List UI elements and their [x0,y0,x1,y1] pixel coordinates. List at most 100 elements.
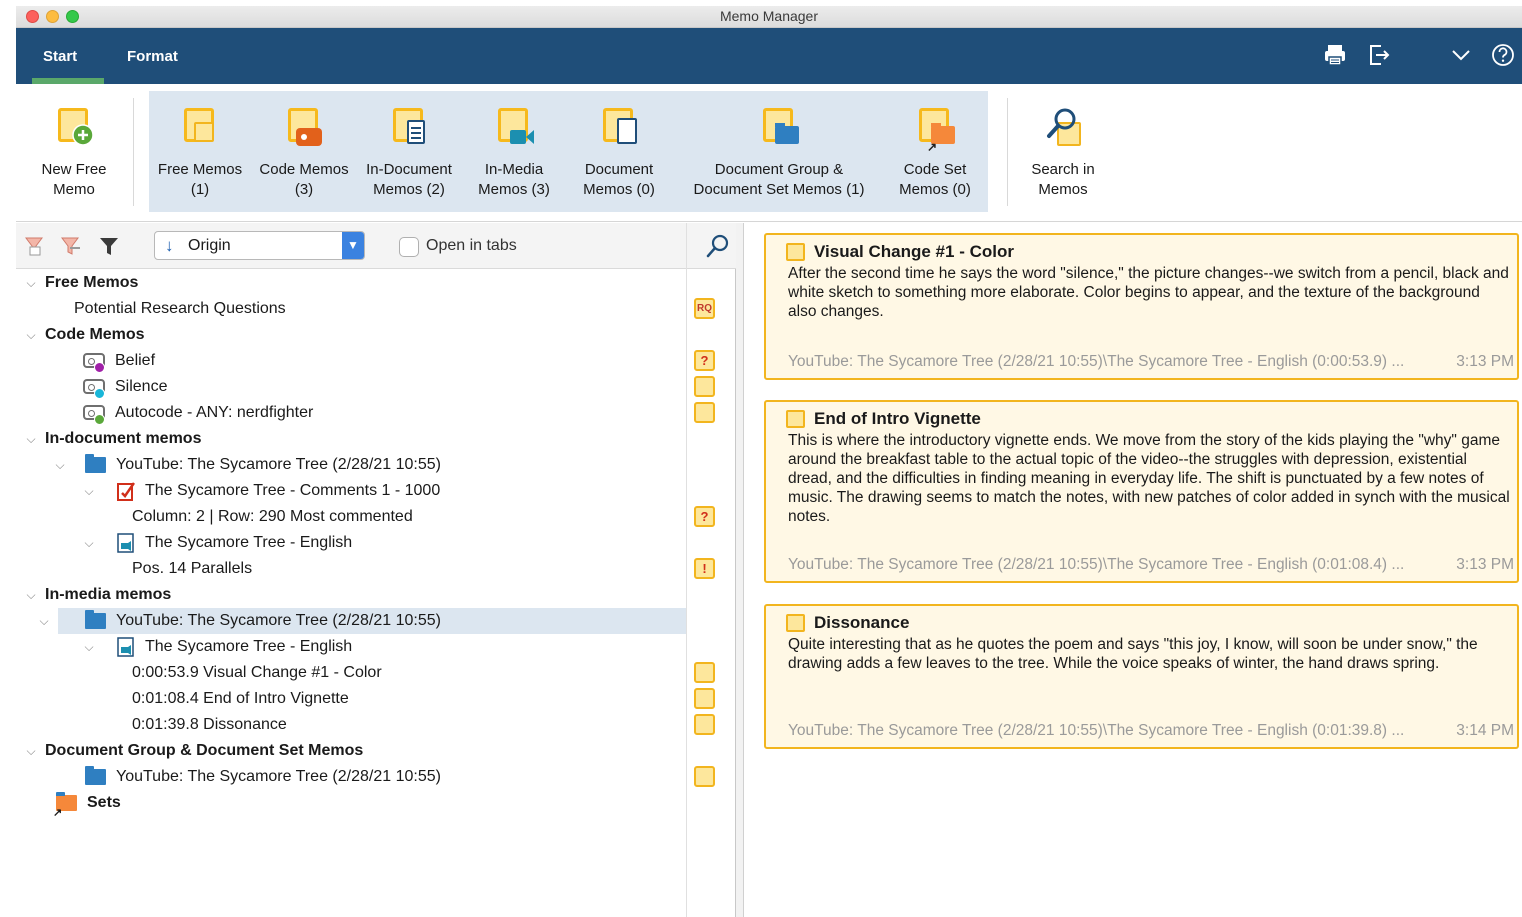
search-icon[interactable] [705,233,731,259]
memo-card-source: YouTube: The Sycamore Tree (2/28/21 10:5… [788,556,1514,573]
document-memos-button[interactable]: Document Memos (0) [572,104,666,200]
memo-icon [786,614,805,632]
new-memo-icon [52,104,96,152]
chevron-down-icon[interactable]: ⌵ [24,270,38,296]
window-titlebar: Memo Manager [16,6,1522,28]
search-in-memos-button[interactable]: Search in Memos [1020,104,1106,200]
memo-question-icon[interactable]: ? [694,350,715,371]
chevron-down-icon[interactable]: ⌵ [24,322,38,348]
memo-icon[interactable] [694,714,715,735]
document-group-memos-icon [757,104,801,152]
tree-item-youtube-group[interactable]: YouTube: The Sycamore Tree (2/28/21 10:5… [16,764,736,790]
tab-start[interactable]: Start [43,48,77,65]
memo-icon[interactable] [694,662,715,683]
code-memos-button[interactable]: Code Memos (3) [254,104,354,200]
chevron-down-icon[interactable]: ⌵ [82,634,96,660]
chevron-down-icon[interactable]: ⌵ [37,608,51,634]
ribbon-separator [133,98,134,206]
tree-item-youtube-media-group[interactable]: ⌵ YouTube: The Sycamore Tree (2/28/21 10… [39,608,686,634]
memo-card-time: 3:13 PM [1456,556,1514,573]
media-document-icon [117,637,135,657]
help-icon[interactable] [1490,42,1516,68]
tree-item-silence[interactable]: Silence [16,374,736,400]
code-color-dot [94,388,105,399]
chevron-down-icon[interactable]: ⌵ [24,582,38,608]
tree-node-free-memos[interactable]: ⌵ Free Memos [16,270,736,296]
chevron-down-icon[interactable]: ⌵ [82,530,96,556]
tree-item-media-memo-2[interactable]: 0:01:08.4 End of Intro Vignette [16,686,736,712]
tree-node-sets[interactable]: ↗ Sets [16,790,736,819]
ribbon-tabbar: Start Format [16,28,1522,84]
tree-item-youtube-doc-group[interactable]: ⌵ YouTube: The Sycamore Tree (2/28/21 10… [16,452,736,478]
tree-node-code-memos[interactable]: ⌵ Code Memos [16,322,736,348]
memo-exclamation-icon[interactable]: ! [694,558,715,579]
code-set-memos-icon: ↗ [913,104,957,154]
tree-item-potential-rq[interactable]: Potential Research Questions [16,296,736,322]
new-free-memo-button[interactable]: New Free Memo [34,104,114,200]
free-memos-button[interactable]: Free Memos (1) [154,104,246,200]
in-media-memos-button[interactable]: In-Media Memos (3) [468,104,560,200]
memo-icon[interactable] [694,766,715,787]
tree-item-autocode[interactable]: Autocode - ANY: nerdfighter [16,400,736,426]
export-icon[interactable] [1366,42,1392,68]
filter-off-icon[interactable] [24,235,46,257]
search-memos-icon [1041,104,1085,152]
filter-icon[interactable] [98,235,120,257]
memo-card-time: 3:14 PM [1456,722,1514,739]
memo-card-body: After the second time he says the word "… [788,265,1509,320]
memo-preview-panel: Visual Change #1 - Color After the secon… [745,223,1522,917]
open-in-tabs-label: Open in tabs [426,237,517,254]
tree-item-belief[interactable]: Belief [16,348,736,374]
memo-card[interactable]: Dissonance Quite interesting that as he … [764,604,1519,749]
tree-item-media-memo-1[interactable]: 0:00:53.9 Visual Change #1 - Color [16,660,736,686]
memo-icon [786,243,805,261]
tree-item-comments-doc[interactable]: ⌵ The Sycamore Tree - Comments 1 - 1000 [16,478,736,504]
memo-rq-icon[interactable]: RQ [694,298,715,319]
chevron-down-icon[interactable]: ⌵ [82,478,96,504]
document-group-memos-button[interactable]: Document Group & Document Set Memos (1) [684,104,874,200]
tree-item-english-media[interactable]: ⌵ The Sycamore Tree - English [16,634,736,660]
document-memos-icon [597,104,641,152]
print-icon[interactable] [1322,42,1348,68]
sort-select[interactable]: ↓ Origin ▼ [154,231,365,260]
tree-item-media-memo-3[interactable]: 0:01:39.8 Dissonance [16,712,736,738]
chevron-down-icon[interactable]: ⌵ [24,426,38,452]
memo-card-time: 3:13 PM [1456,353,1514,370]
memo-icon[interactable] [694,402,715,423]
tab-format[interactable]: Format [127,48,178,65]
memo-icon [786,410,805,428]
code-set-memos-button[interactable]: ↗ Code Set Memos (0) [888,104,982,200]
memo-icon[interactable] [694,688,715,709]
memo-icon[interactable] [694,376,715,397]
ribbon: New Free Memo Free Memos (1) Code Memos … [16,84,1522,222]
collapse-ribbon-icon[interactable] [1448,42,1474,68]
filter-toolbar: ↓ Origin ▼ Open in tabs [16,223,736,269]
code-color-dot [94,414,105,425]
tree-item-english-doc[interactable]: ⌵ The Sycamore Tree - English [16,530,736,556]
folder-icon [85,610,106,629]
filter-reset-icon[interactable] [60,235,82,257]
memo-card-title: Visual Change #1 - Color [814,242,1014,261]
code-memos-icon [282,104,326,152]
tree-node-in-document-memos[interactable]: ⌵ In-document memos [16,426,736,452]
tree-item-pos14[interactable]: Pos. 14 Parallels [16,556,736,582]
memo-question-icon[interactable]: ? [694,506,715,527]
memo-card-title: Dissonance [814,613,910,632]
open-in-tabs-checkbox[interactable] [399,237,419,257]
code-color-dot [94,362,105,373]
in-document-memos-button[interactable]: In-Document Memos (2) [361,104,457,200]
tree-node-in-media-memos[interactable]: ⌵ In-media memos [16,582,736,608]
panel-splitter[interactable] [736,223,744,917]
chevron-down-icon[interactable]: ⌵ [53,452,67,478]
memo-card[interactable]: End of Intro Vignette This is where the … [764,400,1519,583]
folder-icon [85,766,106,785]
chevron-down-icon[interactable]: ⌵ [24,738,38,764]
memo-card-body: This is where the introductory vignette … [788,432,1510,525]
memo-card-title: End of Intro Vignette [814,409,981,428]
tree-item-column-row[interactable]: Column: 2 | Row: 290 Most commented [16,504,736,530]
free-memos-icon [178,104,222,152]
tree-node-doc-group-memos[interactable]: ⌵ Document Group & Document Set Memos [16,738,736,764]
memo-card[interactable]: Visual Change #1 - Color After the secon… [764,233,1519,380]
ribbon-separator [1007,98,1008,206]
sort-arrow-icon: ↓ [165,236,174,255]
